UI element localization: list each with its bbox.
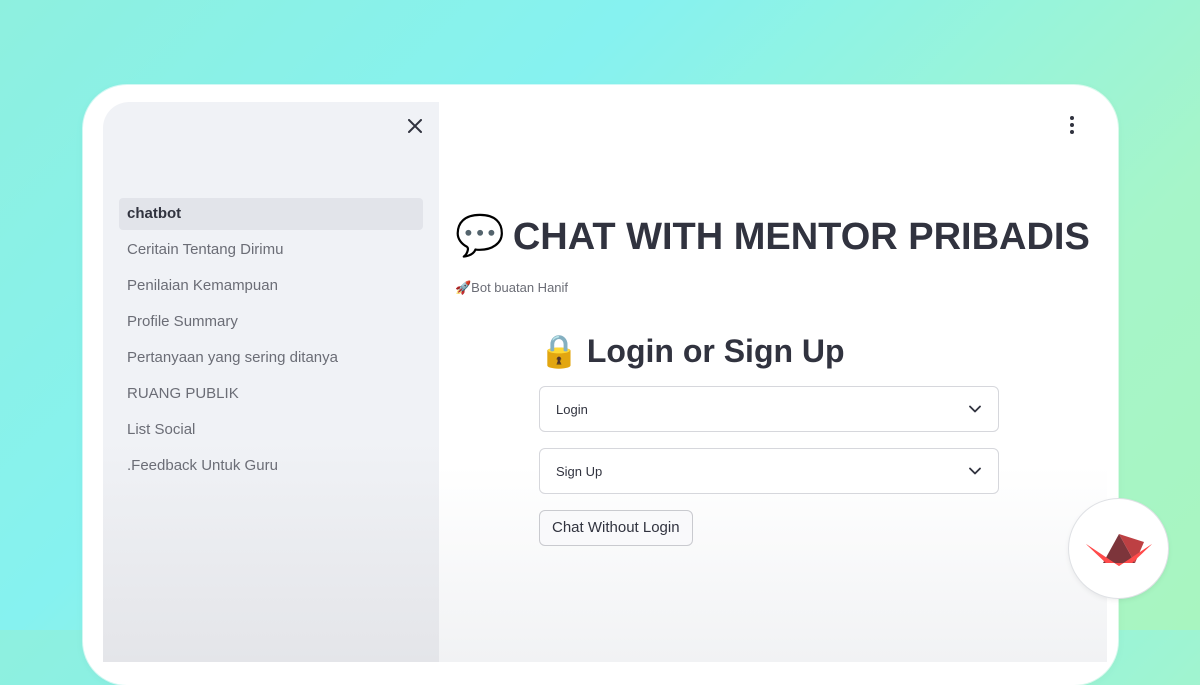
login-title: 🔒 Login or Sign Up [539, 332, 999, 370]
login-title-text: Login or Sign Up [586, 333, 845, 369]
sidebar-item-penilaian-kemampuan[interactable]: Penilaian Kemampuan [119, 270, 423, 302]
sidebar-item-chatbot[interactable]: chatbot [119, 198, 423, 230]
app-window: chatbot Ceritain Tentang Dirimu Penilaia… [83, 85, 1118, 685]
sidebar-close-button[interactable] [403, 114, 427, 138]
kebab-menu-icon [1070, 116, 1074, 120]
kebab-menu-icon [1070, 123, 1074, 127]
page-caption: 🚀Bot buatan Hanif [455, 280, 569, 295]
sidebar-item-pertanyaan[interactable]: Pertanyaan yang sering ditanya [119, 342, 423, 374]
speech-bubble-icon: 💬 [455, 214, 505, 258]
sidebar-item-ruang-publik[interactable]: RUANG PUBLIK [119, 378, 423, 410]
sidebar-item-feedback-untuk-guru[interactable]: .Feedback Untuk Guru [119, 450, 423, 482]
login-panel: 🔒 Login or Sign Up Login Sign Up Chat Wit… [539, 332, 999, 546]
sidebar: chatbot Ceritain Tentang Dirimu Penilaia… [103, 102, 439, 662]
chat-without-login-button[interactable]: Chat Without Login [539, 510, 693, 546]
login-expander-label: Login [556, 401, 588, 417]
close-icon [408, 119, 422, 133]
signup-expander-label: Sign Up [556, 463, 603, 479]
chevron-down-icon [968, 402, 982, 416]
sidebar-item-profile-summary[interactable]: Profile Summary [119, 306, 423, 338]
main-content: 💬 CHAT WITH MENTOR PRIBADIS 🚀Bot buatan H… [439, 102, 1107, 662]
lock-icon: 🔒 [539, 333, 579, 369]
sidebar-item-ceritain-tentang-dirimu[interactable]: Ceritain Tentang Dirimu [119, 234, 423, 266]
page-title-text: CHAT WITH MENTOR PRIBADIS [512, 216, 1090, 258]
login-expander[interactable]: Login [539, 386, 999, 432]
kebab-menu-icon [1070, 130, 1074, 134]
main-menu-button[interactable] [1059, 112, 1085, 138]
sidebar-nav: chatbot Ceritain Tentang Dirimu Penilaia… [119, 198, 423, 486]
streamlit-logo-icon [1085, 533, 1152, 566]
chevron-down-icon [968, 464, 982, 478]
streamlit-badge[interactable] [1069, 499, 1168, 598]
page-title: 💬 CHAT WITH MENTOR PRIBADIS [455, 212, 1090, 259]
signup-expander[interactable]: Sign Up [539, 448, 999, 494]
sidebar-item-list-social[interactable]: List Social [119, 414, 423, 446]
